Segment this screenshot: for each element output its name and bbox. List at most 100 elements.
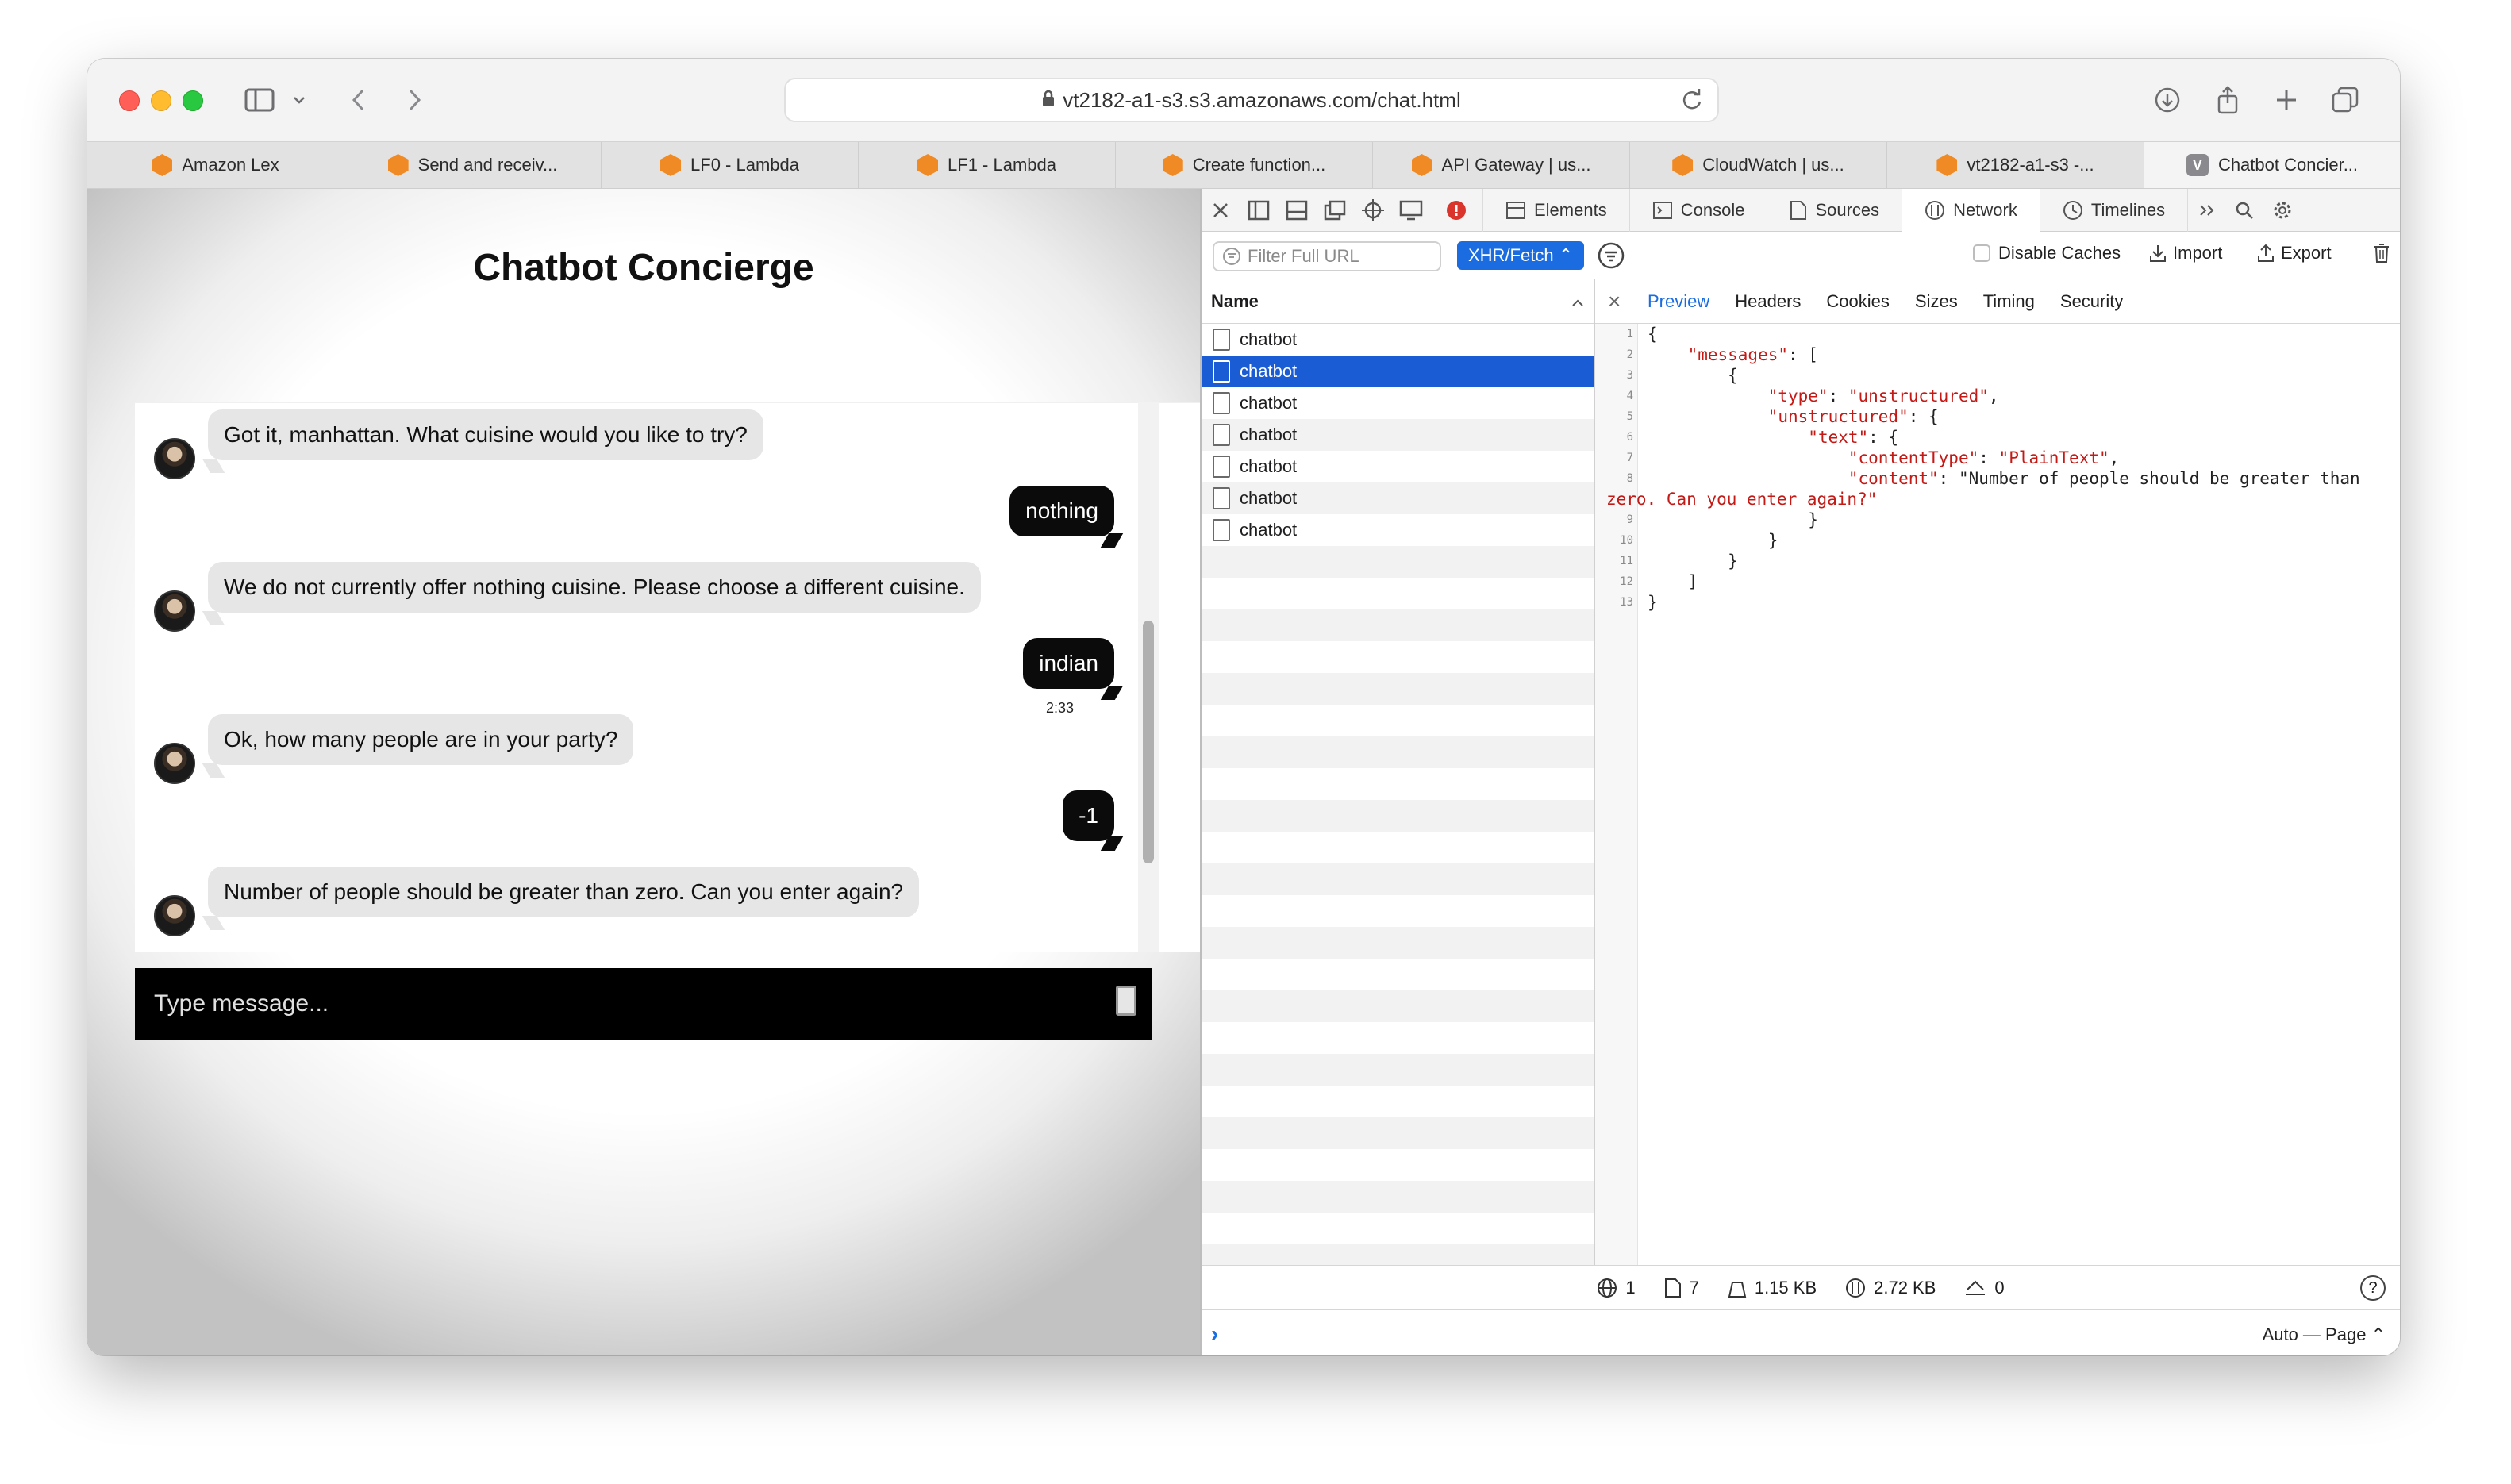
gear-icon[interactable] — [2263, 189, 2301, 232]
reload-icon[interactable] — [1681, 87, 1703, 117]
tab-elements[interactable]: Elements — [1482, 188, 1629, 232]
disable-caches-checkbox[interactable] — [1973, 244, 1990, 262]
response-preview[interactable]: 1 { 2 "messages": [ 3 { 4 "type": "unstru… — [1595, 324, 2400, 1265]
tab-label: Network — [1953, 199, 2017, 220]
disable-caches-toggle[interactable]: Disable Caches — [1973, 243, 2121, 263]
aws-icon — [1411, 154, 1432, 176]
line-number: 1 — [1626, 328, 1633, 340]
network-icon — [1925, 200, 1945, 220]
dock-side-icon[interactable] — [1240, 189, 1278, 232]
sources-icon — [1790, 200, 1807, 220]
name-header-label: Name — [1211, 290, 1259, 311]
tab-s3-bucket[interactable]: vt2182-a1-s3 -... — [1887, 142, 2144, 188]
import-button[interactable]: Import — [2149, 243, 2222, 263]
tab-security[interactable]: Security — [2048, 291, 2136, 312]
message-timestamp: 2:33 — [1046, 700, 1075, 716]
request-row-selected[interactable]: chatbot — [1202, 356, 1594, 387]
request-row[interactable]: chatbot — [1202, 514, 1594, 546]
error-icon[interactable] — [1430, 189, 1482, 232]
line-text: { — [1648, 366, 1738, 385]
tab-send-and-receive[interactable]: Send and receiv... — [344, 142, 602, 188]
tab-sources[interactable]: Sources — [1767, 188, 1902, 232]
resource-type-select[interactable]: XHR/Fetch ⌃ — [1457, 241, 1585, 270]
message-input[interactable] — [135, 968, 1152, 1040]
empty-row — [1202, 768, 1594, 800]
help-button[interactable]: ? — [2360, 1275, 2386, 1301]
empty-row — [1202, 959, 1594, 990]
zoom-window-button[interactable] — [183, 90, 203, 111]
download-icon[interactable] — [2148, 76, 2187, 124]
chat-scrollbar[interactable] — [1138, 402, 1159, 952]
minimize-window-button[interactable] — [151, 90, 171, 111]
tab-overview-icon[interactable] — [2325, 76, 2365, 124]
tab-create-function[interactable]: Create function... — [1116, 142, 1373, 188]
empty-row — [1202, 546, 1594, 578]
request-row[interactable]: chatbot — [1202, 419, 1594, 451]
filter-options-icon[interactable] — [1597, 241, 1625, 274]
send-button[interactable] — [1116, 986, 1136, 1016]
close-icon[interactable]: × — [1608, 289, 1635, 314]
network-summary-bar: 1 7 1.15 KB 2.72 KB 0 ? — [1202, 1265, 2400, 1309]
dock-bottom-icon[interactable] — [1278, 189, 1316, 232]
share-icon[interactable] — [2208, 76, 2248, 124]
close-window-button[interactable] — [119, 90, 140, 111]
line-number: 3 — [1626, 369, 1633, 382]
browser-window: vt2182-a1-s3.s3.amazonaws.com/chat.html … — [87, 59, 2400, 1355]
line-text: { — [1648, 325, 1658, 344]
execution-context-select[interactable]: Auto — Page ⌃ — [2250, 1324, 2386, 1345]
back-icon[interactable] — [343, 76, 375, 124]
tab-console[interactable]: Console — [1628, 188, 1767, 232]
tab-bar: Amazon Lex Send and receiv... LF0 - Lamb… — [87, 141, 2400, 189]
upload-icon — [1966, 1280, 1986, 1295]
request-row[interactable]: chatbot — [1202, 482, 1594, 514]
tab-headers[interactable]: Headers — [1722, 291, 1813, 312]
message-input-bar — [135, 968, 1152, 1040]
line-text: "messages": [ — [1687, 345, 1818, 364]
tab-label: Sources — [1815, 199, 1880, 220]
browser-toolbar: vt2182-a1-s3.s3.amazonaws.com/chat.html — [87, 59, 2400, 141]
more-tabs-icon[interactable] — [2187, 188, 2225, 232]
tab-preview[interactable]: Preview — [1635, 291, 1722, 312]
tab-label: Timelines — [2090, 199, 2166, 220]
tab-chatbot-concierge[interactable]: V Chatbot Concier... — [2144, 142, 2400, 188]
search-icon[interactable] — [2225, 189, 2263, 232]
transferred-stat: 1.15 KB — [1728, 1278, 1817, 1298]
aws-icon — [152, 154, 173, 176]
forward-icon[interactable] — [398, 76, 430, 124]
resource-type-value: XHR/Fetch — [1468, 245, 1554, 265]
errors-stat: 0 — [1964, 1278, 2005, 1298]
empty-row — [1202, 800, 1594, 832]
document-icon — [1213, 329, 1230, 351]
tab-cloudwatch[interactable]: CloudWatch | us... — [1630, 142, 1887, 188]
filter-url-input[interactable]: Filter Full URL — [1213, 241, 1441, 271]
tab-timing[interactable]: Timing — [1971, 291, 2048, 312]
close-icon[interactable] — [1202, 189, 1240, 232]
request-row[interactable]: chatbot — [1202, 324, 1594, 356]
undock-icon[interactable] — [1316, 189, 1354, 232]
network-filter-bar: Filter Full URL XHR/Fetch ⌃ Disable Cach… — [1202, 232, 2400, 279]
sidebar-toggle-icon[interactable] — [240, 76, 279, 124]
console-prompt-bar[interactable]: › Auto — Page ⌃ — [1202, 1309, 2400, 1355]
line-number: 11 — [1620, 555, 1633, 567]
chevron-down-icon[interactable] — [287, 76, 311, 124]
tab-cookies[interactable]: Cookies — [1813, 291, 1902, 312]
export-button[interactable]: Export — [2257, 243, 2332, 263]
tab-timelines[interactable]: Timelines — [2039, 188, 2187, 232]
line-number: 9 — [1626, 513, 1633, 526]
line-text: "content": "Number of people should be g… — [1848, 469, 2360, 488]
clear-log-button[interactable] — [2373, 243, 2390, 263]
tab-amazon-lex[interactable]: Amazon Lex — [87, 142, 344, 188]
chat-scrollbar-thumb[interactable] — [1143, 621, 1154, 863]
name-column-header[interactable]: Name — [1202, 279, 1594, 324]
tab-sizes[interactable]: Sizes — [1902, 291, 1971, 312]
tab-lf1-lambda[interactable]: LF1 - Lambda — [859, 142, 1116, 188]
new-tab-icon[interactable] — [2267, 76, 2306, 124]
tab-lf0-lambda[interactable]: LF0 - Lambda — [602, 142, 859, 188]
tab-network[interactable]: Network — [1902, 188, 2040, 232]
address-bar[interactable]: vt2182-a1-s3.s3.amazonaws.com/chat.html — [784, 78, 1719, 122]
device-icon[interactable] — [1392, 189, 1430, 232]
tab-api-gateway[interactable]: API Gateway | us... — [1373, 142, 1630, 188]
request-row[interactable]: chatbot — [1202, 451, 1594, 482]
request-row[interactable]: chatbot — [1202, 387, 1594, 419]
crosshair-icon[interactable] — [1354, 189, 1392, 232]
